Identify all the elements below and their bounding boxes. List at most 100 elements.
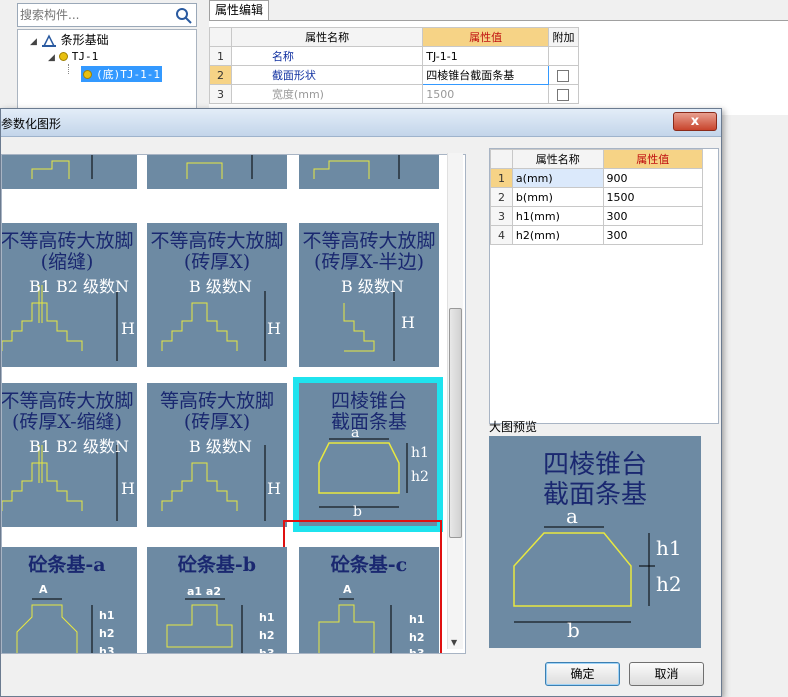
shape-tile-equal-brick-footing[interactable]: 等高砖大放脚 (砖厚X) B 级数N H bbox=[147, 383, 287, 527]
tree-line bbox=[68, 64, 70, 74]
header-corner bbox=[490, 149, 513, 169]
scroll-down-icon[interactable]: ▼ bbox=[451, 638, 457, 647]
preview-dimension-b: b bbox=[567, 618, 580, 642]
header-value: 属性值 bbox=[602, 149, 704, 169]
row-number: 2 bbox=[490, 187, 513, 207]
table-row[interactable]: 3 宽度(mm) 1500 bbox=[209, 84, 580, 104]
header-corner bbox=[209, 27, 232, 47]
row-number: 3 bbox=[490, 206, 513, 226]
gallery-scrollbar[interactable]: ▼ bbox=[447, 153, 463, 649]
tree-root[interactable]: ◢ 条形基础 bbox=[30, 32, 109, 48]
tree-item-tj-1-1[interactable]: (底)TJ-1-1 bbox=[81, 66, 162, 82]
header-value: 属性值 bbox=[422, 27, 549, 47]
header-name: 属性名称 bbox=[511, 149, 604, 169]
parametric-shape-dialog: 参数化图形 x 图形 不等高砖大放脚 (缩缝) B1 B2 级数N H 不等高砖… bbox=[0, 108, 722, 697]
tile-dimension-h: H bbox=[121, 319, 135, 338]
shape-tile-concrete-c[interactable]: 砼条基-c A h1 h2 h3 bbox=[299, 547, 439, 653]
close-icon: x bbox=[690, 114, 700, 129]
ok-label: 确定 bbox=[570, 667, 595, 681]
property-value[interactable]: 四棱锥台截面条基 bbox=[422, 65, 549, 85]
table-row[interactable]: 2 b(mm) 1500 bbox=[490, 187, 704, 207]
tile-dimension-h1: h1 bbox=[411, 445, 429, 461]
table-row[interactable]: 1 a(mm) 900 bbox=[490, 168, 704, 188]
property-value[interactable]: TJ-1-1 bbox=[422, 46, 549, 66]
cancel-button[interactable]: 取消 bbox=[629, 662, 704, 686]
param-value[interactable]: 300 bbox=[602, 225, 704, 245]
shape-tile-concrete-b[interactable]: 砼条基-b a1 a2 h1 h2 h3 bbox=[147, 547, 287, 654]
tile-dimension-h1: h1 bbox=[409, 613, 425, 626]
shape-tile-brick-footing-thickness-joint[interactable]: 不等高砖大放脚 (砖厚X-缩缝) B1 B2 级数N H bbox=[2, 383, 137, 527]
tile-dimension-text: B 级数N bbox=[189, 437, 252, 456]
param-value[interactable]: 1500 bbox=[602, 187, 704, 207]
parameter-table: 属性名称 属性值 1 a(mm) 900 2 b(mm) 1500 3 h1(m… bbox=[490, 149, 704, 245]
header-name: 属性名称 bbox=[230, 27, 424, 47]
search-icon[interactable] bbox=[174, 6, 194, 24]
tile-dimension-h3: h3 bbox=[99, 645, 115, 654]
table-row[interactable]: 2 截面形状 四棱锥台截面条基 bbox=[209, 65, 580, 85]
expand-collapse-icon[interactable]: ◢ bbox=[48, 53, 55, 63]
table-row[interactable]: 4 h2(mm) 300 bbox=[490, 225, 704, 245]
row-number: 1 bbox=[209, 46, 232, 66]
row-number: 1 bbox=[490, 168, 513, 188]
tile-dimension-h: H bbox=[121, 479, 135, 498]
extra-checkbox[interactable] bbox=[557, 88, 570, 101]
tile-dimension-text: A bbox=[343, 583, 352, 596]
expand-collapse-icon[interactable]: ◢ bbox=[30, 37, 37, 47]
dialog-title: 参数化图形 bbox=[1, 117, 62, 131]
tile-dimension-text: a1 a2 bbox=[187, 585, 221, 598]
tree-item-tj-1[interactable]: ◢ TJ-1 bbox=[48, 48, 98, 64]
close-button[interactable]: x bbox=[673, 112, 717, 131]
tile-dimension-h1: h1 bbox=[259, 611, 275, 624]
large-preview: 四棱锥台 截面条基 a b h1 h2 bbox=[489, 436, 701, 648]
property-editor: 属性名称 属性值 附加 1 名称 TJ-1-1 2 截面形状 四棱锥台截面条基 … bbox=[209, 20, 788, 115]
preview-dimension-h1: h1 bbox=[656, 536, 682, 560]
folder-icon bbox=[41, 33, 57, 47]
shape-tile-brick-footing-joint[interactable]: 不等高砖大放脚 (缩缝) B1 B2 级数N H bbox=[2, 223, 137, 367]
param-value[interactable]: 900 bbox=[602, 168, 704, 188]
tile-dimension-text: B1 B2 级数N bbox=[29, 277, 130, 296]
search-input[interactable] bbox=[20, 6, 170, 24]
extra-checkbox[interactable] bbox=[557, 69, 570, 82]
tab-label: 属性编辑 bbox=[214, 3, 263, 17]
shape-tile-top-2[interactable] bbox=[147, 155, 287, 189]
tile-dimension-h: H bbox=[267, 319, 281, 338]
header-extra: 附加 bbox=[547, 27, 580, 47]
property-name: 名称 bbox=[230, 46, 424, 66]
table-row[interactable]: 1 名称 TJ-1-1 bbox=[209, 46, 580, 66]
param-name: b(mm) bbox=[511, 187, 604, 207]
cancel-label: 取消 bbox=[654, 667, 679, 681]
tile-dimension-h: H bbox=[267, 479, 281, 498]
component-tree: ◢ 条形基础 ◢ TJ-1 (底)TJ-1-1 bbox=[17, 29, 197, 109]
property-value[interactable]: 1500 bbox=[422, 84, 549, 104]
component-icon bbox=[58, 52, 68, 61]
extra-cell bbox=[547, 46, 580, 66]
parameter-grid: 属性名称 属性值 1 a(mm) 900 2 b(mm) 1500 3 h1(m… bbox=[489, 148, 719, 424]
extra-cell bbox=[547, 65, 580, 85]
param-name: h1(mm) bbox=[511, 206, 604, 226]
tile-dimension-h2: h2 bbox=[409, 631, 425, 644]
row-number: 2 bbox=[209, 65, 232, 85]
table-row[interactable]: 3 h1(mm) 300 bbox=[490, 206, 704, 226]
tile-dimension-h2: h2 bbox=[411, 469, 429, 485]
ok-button[interactable]: 确定 bbox=[545, 662, 620, 686]
shape-tile-pyramid-frustum[interactable]: 四棱锥台 截面条基 a b h1 h2 bbox=[293, 377, 443, 532]
shape-tile-brick-footing-half[interactable]: 不等高砖大放脚 (砖厚X-半边) B 级数N H bbox=[299, 223, 439, 367]
shape-tile-concrete-a[interactable]: 砼条基-a A h1 h2 h3 bbox=[2, 547, 137, 654]
scrollbar-thumb[interactable] bbox=[449, 308, 462, 538]
property-table: 属性名称 属性值 附加 1 名称 TJ-1-1 2 截面形状 四棱锥台截面条基 … bbox=[209, 27, 580, 104]
param-name: a(mm) bbox=[511, 168, 604, 188]
shape-tile-brick-footing-thickness[interactable]: 不等高砖大放脚 (砖厚X) B 级数N H bbox=[147, 223, 287, 367]
shape-tile-top-1[interactable] bbox=[2, 155, 137, 189]
tab-property-edit[interactable]: 属性编辑 bbox=[209, 0, 269, 20]
tile-dimension-h2: h2 bbox=[259, 629, 275, 642]
row-number: 4 bbox=[490, 225, 513, 245]
param-value[interactable]: 300 bbox=[602, 206, 704, 226]
dialog-titlebar[interactable]: 参数化图形 x bbox=[1, 109, 721, 137]
tile-dimension-h3: h3 bbox=[259, 647, 275, 654]
tile-dimension-h2: h2 bbox=[99, 627, 115, 640]
shape-tile-top-3[interactable] bbox=[299, 155, 439, 189]
property-name: 截面形状 bbox=[230, 65, 424, 85]
property-name: 宽度(mm) bbox=[230, 84, 424, 104]
tile-dimension-h: H bbox=[401, 313, 415, 332]
tile-dimension-text: B 级数N bbox=[341, 277, 404, 296]
